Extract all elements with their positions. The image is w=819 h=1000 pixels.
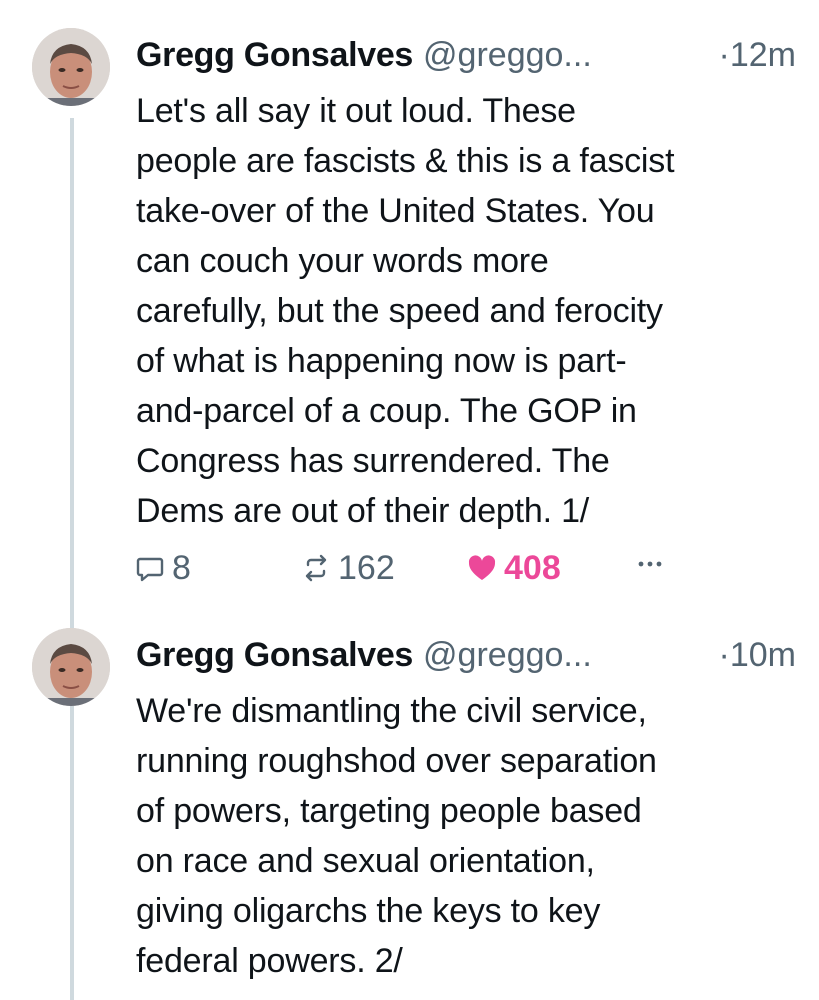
post-timestamp[interactable]: ·12m [719, 33, 796, 77]
post-text-line: Dems are out of their depth. 1/ [136, 492, 590, 530]
post-text-line: federal powers. 2/ [136, 942, 403, 980]
post-text-line: carefully, but the speed and ferocity [136, 292, 663, 330]
post-text-line: can couch your words more [136, 242, 549, 280]
more-icon [634, 546, 666, 578]
post-text-line: We're dismantling the civil service, [136, 692, 647, 730]
post-text: Let's all say it out loud. These people … [136, 86, 796, 536]
post-timestamp[interactable]: ·10m [719, 633, 796, 677]
heart-icon [466, 552, 498, 584]
reply-icon [134, 552, 166, 584]
reply-button[interactable]: 8 [134, 546, 191, 590]
post-text-line: Let's all say it out loud. These [136, 92, 576, 130]
author-name[interactable]: Gregg Gonsalves [136, 636, 413, 674]
repost-button[interactable]: 162 [300, 546, 395, 590]
author-handle[interactable]: @greggo... [423, 36, 592, 74]
reply-count: 8 [172, 549, 191, 587]
like-count: 408 [504, 549, 561, 587]
post-text-line: of powers, targeting people based [136, 792, 642, 830]
more-options-button[interactable] [634, 546, 666, 578]
post-text-line: Congress has surrendered. The [136, 442, 610, 480]
post-text-line: on race and sexual orientation, [136, 842, 595, 880]
post-text-line: of what is happening now is part- [136, 342, 627, 380]
thread-connector-line [70, 118, 74, 1000]
post-text: We're dismantling the civil service, run… [136, 686, 796, 986]
post-text-line: running roughshod over separation [136, 742, 657, 780]
avatar[interactable] [32, 28, 110, 106]
repost-icon [300, 552, 332, 584]
post-text-line: people are fascists & this is a fascist [136, 142, 675, 180]
repost-count: 162 [338, 549, 395, 587]
post-actions: 8 162 408 [134, 546, 694, 590]
post-text-line: and-parcel of a coup. The GOP in [136, 392, 637, 430]
avatar[interactable] [32, 628, 110, 706]
like-button[interactable]: 408 [466, 546, 561, 590]
author-handle[interactable]: @greggo... [423, 636, 592, 674]
post-text-line: giving oligarchs the keys to key [136, 892, 601, 930]
post-header: Gregg Gonsalves @greggo... ·12m [136, 33, 796, 77]
post-header: Gregg Gonsalves @greggo... ·10m [136, 633, 796, 677]
post-text-line: take-over of the United States. You [136, 192, 655, 230]
author-name[interactable]: Gregg Gonsalves [136, 36, 413, 74]
